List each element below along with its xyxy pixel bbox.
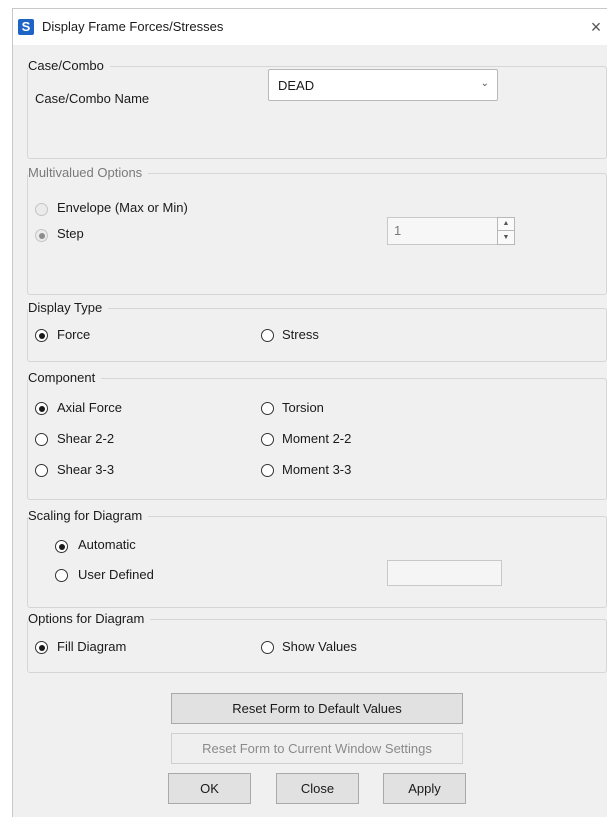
reset-current-button: Reset Form to Current Window Settings xyxy=(171,733,463,764)
user-scale-input[interactable] xyxy=(387,560,502,586)
case-combo-name-label: Case/Combo Name xyxy=(35,91,150,106)
show-values-label[interactable]: Show Values xyxy=(282,639,357,654)
axial-force-radio[interactable] xyxy=(35,402,48,415)
user-defined-radio[interactable] xyxy=(55,569,68,582)
title-bar[interactable]: S Display Frame Forces/Stresses × xyxy=(13,9,607,45)
torsion-label[interactable]: Torsion xyxy=(282,400,324,415)
step-value: 1 xyxy=(394,223,402,238)
stress-radio[interactable] xyxy=(261,329,274,342)
torsion-radio[interactable] xyxy=(261,402,274,415)
envelope-radio xyxy=(35,203,48,216)
moment-3-3-radio[interactable] xyxy=(261,464,274,477)
user-defined-label[interactable]: User Defined xyxy=(78,567,154,582)
axial-force-label[interactable]: Axial Force xyxy=(57,400,122,415)
moment-3-3-label[interactable]: Moment 3-3 xyxy=(282,462,351,477)
force-radio[interactable] xyxy=(35,329,48,342)
multivalued-options-group-title: Multivalued Options xyxy=(28,165,149,180)
scaling-group-title: Scaling for Diagram xyxy=(28,508,149,523)
shear-2-2-label[interactable]: Shear 2-2 xyxy=(57,431,114,446)
reset-default-button[interactable]: Reset Form to Default Values xyxy=(171,693,463,724)
moment-2-2-label[interactable]: Moment 2-2 xyxy=(282,431,351,446)
app-logo-icon: S xyxy=(18,19,34,35)
shear-3-3-label[interactable]: Shear 3-3 xyxy=(57,462,114,477)
ok-button[interactable]: OK xyxy=(168,773,251,804)
case-combo-selected-value: DEAD xyxy=(278,78,315,93)
step-radio xyxy=(35,229,48,242)
shear-2-2-radio[interactable] xyxy=(35,433,48,446)
stress-label[interactable]: Stress xyxy=(282,327,319,342)
close-window-icon[interactable]: × xyxy=(584,13,607,41)
step-label: Step xyxy=(57,226,84,241)
automatic-radio[interactable] xyxy=(55,540,68,553)
case-combo-group-title: Case/Combo xyxy=(28,58,110,73)
fill-diagram-label[interactable]: Fill Diagram xyxy=(57,639,126,654)
step-spinner: ▲ ▼ xyxy=(497,217,515,245)
multivalued-options-group: Multivalued Options xyxy=(27,165,607,295)
scaling-group: Scaling for Diagram xyxy=(27,508,607,608)
show-values-radio[interactable] xyxy=(261,641,274,654)
case-combo-select[interactable]: DEAD ⌄ xyxy=(268,69,498,101)
force-label[interactable]: Force xyxy=(57,327,90,342)
envelope-label: Envelope (Max or Min) xyxy=(57,200,188,215)
options-group-title: Options for Diagram xyxy=(28,611,151,626)
component-group-title: Component xyxy=(28,370,102,385)
apply-button[interactable]: Apply xyxy=(383,773,466,804)
close-button[interactable]: Close xyxy=(276,773,359,804)
spin-down-icon: ▼ xyxy=(502,234,510,241)
spin-up-icon: ▲ xyxy=(498,218,514,231)
dialog-window: S Display Frame Forces/Stresses × Case/C… xyxy=(12,8,607,817)
automatic-label[interactable]: Automatic xyxy=(78,537,136,552)
moment-2-2-radio[interactable] xyxy=(261,433,274,446)
step-value-field: 1 xyxy=(387,217,498,245)
display-type-group-title: Display Type xyxy=(28,300,109,315)
shear-3-3-radio[interactable] xyxy=(35,464,48,477)
fill-diagram-radio[interactable] xyxy=(35,641,48,654)
chevron-down-icon: ⌄ xyxy=(480,78,489,89)
window-title: Display Frame Forces/Stresses xyxy=(42,19,224,34)
